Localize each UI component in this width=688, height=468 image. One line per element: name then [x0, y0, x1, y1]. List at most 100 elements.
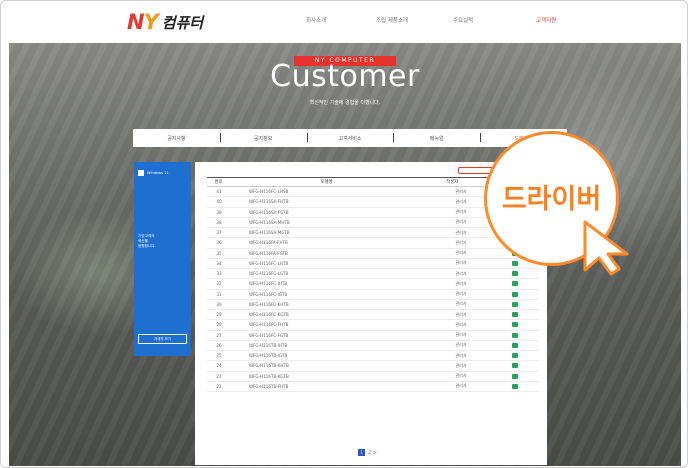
- header-num: 번호: [214, 180, 223, 185]
- table-row[interactable]: 28 WFG-H116FC-FHTB 관리자: [207, 320, 539, 331]
- row-model[interactable]: WFG-H116SA-FHTB: [231, 199, 431, 204]
- row-writer: 관리자: [455, 362, 467, 368]
- row-file: [491, 301, 539, 307]
- table-row[interactable]: 23 WFG-H116TB-KGTB 관리자: [207, 372, 539, 382]
- table-row[interactable]: 26 WFG-H116TB-IHTB 관리자: [207, 341, 539, 351]
- row-model[interactable]: WFG-H116FC-LHSB: [231, 189, 431, 194]
- support-tabs: 공지사항 공지정보 고객서비스 메뉴얼 드라이버: [133, 129, 567, 147]
- row-writer: 관리자: [455, 301, 467, 307]
- tab-service[interactable]: 고객서비스: [306, 132, 394, 142]
- row-model[interactable]: WFG-H116FC-IHTB: [231, 281, 431, 286]
- file-download-icon[interactable]: [512, 342, 518, 348]
- row-num: 34: [216, 260, 222, 266]
- row-num: 31: [216, 291, 222, 297]
- row-num: 37: [216, 230, 222, 236]
- nav-item-products[interactable]: 조립 제품소개: [376, 16, 408, 24]
- screenshot-frame: NY 컴퓨터 회사소개 조립 제품소개 주요실적 고객지원 NY COMPUTE…: [0, 0, 688, 468]
- nav-item-company[interactable]: 회사소개: [306, 16, 326, 24]
- pagination: 1 2 >: [358, 449, 377, 456]
- table-row[interactable]: 32 WFG-H116FC-IHTB 관리자: [207, 279, 539, 290]
- row-model[interactable]: WFG-H116FC-FHTB: [231, 322, 431, 327]
- row-model[interactable]: WFG-H116TB-KHTB: [231, 363, 431, 368]
- file-download-icon[interactable]: [512, 291, 518, 297]
- file-download-icon[interactable]: [512, 260, 518, 266]
- row-model[interactable]: WFG-H116FC-LHTB: [231, 261, 431, 266]
- row-file: [491, 332, 539, 338]
- tab-notice[interactable]: 공지사항: [133, 135, 220, 142]
- file-download-icon[interactable]: [512, 312, 518, 318]
- row-file: [491, 353, 539, 359]
- row-writer: 관리자: [455, 373, 467, 379]
- row-model[interactable]: WFG-H116FC-LGTB: [231, 271, 431, 276]
- table-row[interactable]: 35 WFG-H116FA-FGTB 관리자: [207, 249, 539, 259]
- table-row[interactable]: 36 WFG-H116FA-FHTB 관리자: [207, 238, 539, 249]
- row-model[interactable]: WFG-H116SA-MGTB: [231, 230, 431, 235]
- row-model[interactable]: WFG-H116FA-FHTB: [231, 240, 431, 245]
- file-download-icon[interactable]: [512, 301, 518, 307]
- table-row[interactable]: 27 WFG-H116FC-FGTB 관리자: [207, 331, 539, 341]
- row-num: 40: [216, 199, 222, 205]
- row-model[interactable]: WFG-H116SA-MHTB: [231, 220, 431, 225]
- table-row[interactable]: 29 WFG-H116FC-KGTB 관리자: [207, 310, 539, 321]
- file-download-icon[interactable]: [512, 373, 518, 379]
- row-model[interactable]: WFG-H116FC-KGTB: [231, 312, 431, 317]
- row-writer: 관리자: [455, 291, 467, 297]
- row-writer: 관리자: [455, 332, 467, 338]
- table-row[interactable]: 30 WFG-H116FC-KHTB 관리자: [207, 300, 539, 310]
- file-download-icon[interactable]: [512, 353, 518, 359]
- row-model[interactable]: WFG-H116TB-IHTB: [231, 343, 431, 348]
- page-next[interactable]: 2 >: [368, 450, 377, 456]
- row-file: [491, 312, 539, 318]
- row-writer: 관리자: [455, 250, 467, 256]
- row-file: [491, 363, 539, 369]
- main-nav: 회사소개 조립 제품소개 주요실적 고객지원: [1, 16, 687, 28]
- file-download-icon[interactable]: [512, 271, 518, 277]
- file-download-icon[interactable]: [512, 281, 518, 287]
- tab-manual[interactable]: 메뉴얼: [393, 132, 480, 142]
- page-current[interactable]: 1: [358, 449, 365, 456]
- table-row[interactable]: 22 WFG-H116TB-FHTB 관리자: [207, 382, 539, 392]
- row-writer: 관리자: [455, 342, 467, 348]
- header-model: 모델명: [320, 180, 333, 185]
- row-writer: 관리자: [455, 352, 467, 358]
- row-num: 29: [216, 312, 222, 318]
- row-writer: 관리자: [455, 311, 467, 317]
- site-header: NY 컴퓨터 회사소개 조립 제품소개 주요실적 고객지원: [1, 1, 687, 43]
- tab-info[interactable]: 공지정보: [219, 132, 307, 142]
- callout-label: 드라이버: [501, 184, 602, 215]
- file-download-icon[interactable]: [512, 363, 518, 369]
- table-row[interactable]: 25 WFG-H116TB-IGTB 관리자: [207, 351, 539, 362]
- row-model[interactable]: WFG-H116FC-FGTB: [231, 333, 431, 338]
- row-num: 30: [216, 301, 222, 307]
- file-download-icon[interactable]: [512, 322, 518, 328]
- nav-item-results[interactable]: 주요실적: [453, 16, 473, 24]
- row-file: [491, 281, 539, 287]
- row-model[interactable]: WFG-H116TB-FHTB: [231, 384, 431, 389]
- windows-logo-icon: [138, 170, 144, 176]
- row-num: 22: [216, 383, 222, 389]
- row-writer: 관리자: [455, 188, 467, 194]
- row-writer: 관리자: [455, 239, 467, 245]
- table-row[interactable]: 37 WFG-H116SA-MGTB 관리자: [207, 228, 539, 239]
- table-row[interactable]: 24 WFG-H116TB-KHTB 관리자: [207, 361, 539, 372]
- table-row[interactable]: 31 WFG-H116FC-IGTB 관리자: [207, 290, 539, 300]
- windows-card-button[interactable]: 자세히 보기: [138, 334, 187, 344]
- file-download-icon[interactable]: [512, 332, 518, 338]
- row-num: 23: [216, 373, 222, 379]
- row-model[interactable]: WFG-H116FC-KHTB: [231, 302, 431, 307]
- row-num: 28: [216, 322, 222, 328]
- row-writer: 관리자: [455, 229, 467, 235]
- table-row[interactable]: 34 WFG-H116FC-LHTB 관리자: [207, 259, 539, 269]
- row-model[interactable]: WFG-H116SA-FGTB: [231, 210, 431, 215]
- row-model[interactable]: WFG-H116TB-KGTB: [231, 374, 431, 379]
- row-model[interactable]: WFG-H116FA-FGTB: [231, 251, 431, 256]
- row-num: 24: [216, 363, 222, 369]
- row-writer: 관리자: [455, 383, 467, 389]
- nav-item-support[interactable]: 고객지원: [536, 16, 556, 24]
- row-model[interactable]: WFG-H116FC-IGTB: [231, 292, 431, 297]
- hero-subtitle: 혁신적인 기술에 경험을 더했니다.: [309, 100, 381, 106]
- pointer-cursor-icon: [583, 220, 629, 276]
- table-row[interactable]: 33 WFG-H116FC-LGTB 관리자: [207, 269, 539, 280]
- file-download-icon[interactable]: [512, 383, 518, 389]
- row-model[interactable]: WFG-H116TB-IGTB: [231, 353, 431, 358]
